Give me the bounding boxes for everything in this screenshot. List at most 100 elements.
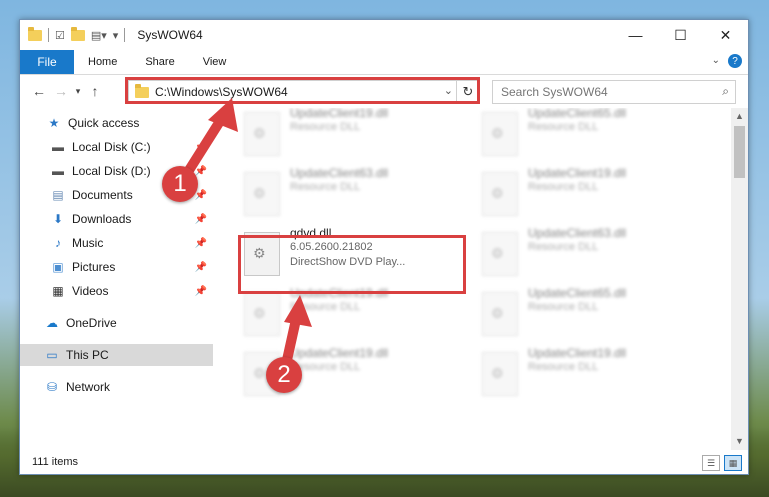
status-bar: 111 items ☰ ▦: [20, 450, 748, 474]
file-name: UpdateClient19.dll: [290, 286, 389, 300]
file-item[interactable]: UpdateClient63.dllResource DLL: [240, 166, 470, 220]
sidebar-item-label: Downloads: [72, 212, 132, 226]
disk-icon: ▬: [52, 140, 64, 154]
file-item[interactable]: UpdateClient19.dllResource DLL: [478, 166, 708, 220]
dll-file-icon: [482, 232, 518, 276]
file-item[interactable]: UpdateClient19.dllResource DLL: [478, 346, 708, 400]
file-name: UpdateClient63.dll: [290, 166, 389, 180]
large-icons-view-icon[interactable]: ▦: [724, 455, 742, 471]
sidebar-item-local-disk-c[interactable]: ▬ Local Disk (C:) 📌: [20, 136, 213, 158]
file-name: UpdateClient19.dll: [528, 346, 627, 360]
expand-ribbon-icon[interactable]: ⌄: [712, 55, 720, 66]
scroll-down-icon[interactable]: ▼: [731, 433, 748, 450]
chevron-down-icon[interactable]: ⌄: [444, 84, 453, 97]
file-name: UpdateClient19.dll: [290, 108, 389, 120]
network-icon: ⛁: [46, 380, 58, 394]
dll-file-icon: [482, 352, 518, 396]
dll-file-icon: [244, 112, 280, 156]
file-type: Resource DLL: [290, 301, 361, 313]
address-bar[interactable]: C:\Windows\SysWOW64 ⌄ ↻: [128, 80, 480, 104]
forward-icon[interactable]: →: [50, 83, 72, 99]
sidebar-item-label: This PC: [66, 348, 109, 362]
file-name: UpdateClient19.dll: [528, 166, 627, 180]
sidebar-item-quick-access[interactable]: ★ Quick access: [20, 112, 239, 134]
dll-file-icon: [482, 172, 518, 216]
new-folder-icon[interactable]: [70, 26, 85, 41]
tab-home[interactable]: Home: [74, 56, 131, 68]
recent-locations-icon[interactable]: ▾: [72, 86, 84, 97]
dll-file-icon: [244, 292, 280, 336]
sidebar-item-label: Network: [66, 380, 111, 394]
sidebar-item-pictures[interactable]: ▣ Pictures 📌: [20, 256, 213, 278]
scroll-up-icon[interactable]: ▲: [731, 108, 748, 125]
sidebar-item-downloads[interactable]: ⬇ Downloads 📌: [20, 208, 213, 230]
file-type: Resource DLL: [528, 361, 599, 373]
sidebar-item-label: Pictures: [72, 260, 116, 274]
folder-icon: [135, 83, 149, 98]
file-description: DirectShow DVD Play...: [290, 256, 406, 268]
search-icon[interactable]: ⌕: [722, 84, 729, 99]
sidebar-item-network[interactable]: ⛁ Network: [20, 376, 213, 398]
documents-icon: ▤: [52, 188, 64, 202]
file-item[interactable]: UpdateClient19.dllResource DLL: [240, 108, 470, 160]
toolbar-dropdown-icon[interactable]: ▾: [113, 29, 119, 42]
dll-file-icon: [482, 292, 518, 336]
step-1-badge: 1: [162, 166, 198, 202]
search-box[interactable]: ⌕: [492, 80, 736, 104]
file-item[interactable]: UpdateClient65.dllResource DLL: [478, 286, 708, 340]
disk-icon: ▬: [52, 164, 64, 178]
file-name: UpdateClient63.dll: [528, 226, 627, 240]
sidebar-item-this-pc[interactable]: ▭ This PC: [20, 344, 213, 366]
vertical-scrollbar[interactable]: ▲ ▼: [731, 108, 748, 450]
pictures-icon: ▣: [52, 260, 64, 274]
file-item[interactable]: UpdateClient19.dllResource DLL: [240, 286, 470, 340]
scrollbar-thumb[interactable]: [734, 126, 745, 178]
tab-view[interactable]: View: [189, 56, 241, 68]
file-item-qdvd[interactable]: qdvd.dll 6.05.2600.21802 DirectShow DVD …: [240, 226, 470, 280]
sidebar-item-videos[interactable]: ▦ Videos 📌: [20, 280, 213, 302]
help-icon[interactable]: ?: [728, 54, 742, 68]
item-count: 111 items: [32, 456, 79, 468]
file-name: qdvd.dll: [290, 226, 332, 240]
file-type: Resource DLL: [528, 241, 599, 253]
back-icon[interactable]: ←: [28, 83, 50, 99]
properties-icon[interactable]: ☑: [55, 29, 65, 42]
computer-icon: ▭: [46, 348, 58, 362]
maximize-button[interactable]: ☐: [658, 20, 703, 50]
sidebar-item-onedrive[interactable]: ☁ OneDrive: [20, 312, 213, 334]
window-title: SysWOW64: [137, 28, 203, 42]
sidebar-item-label: Quick access: [68, 116, 140, 130]
customize-toolbar-icon[interactable]: ▤▾: [91, 29, 107, 42]
file-type: Resource DLL: [528, 121, 599, 133]
divider: [124, 28, 126, 42]
divider: [48, 28, 49, 42]
folder-icon: [28, 26, 42, 41]
refresh-icon[interactable]: ↻: [456, 81, 479, 103]
pin-icon: 📌: [194, 141, 207, 153]
up-icon[interactable]: ↑: [84, 83, 106, 99]
cloud-icon: ☁: [46, 316, 58, 330]
title-bar: ☑ ▤▾ ▾ SysWOW64 — ☐ ✕: [20, 20, 748, 50]
file-item[interactable]: UpdateClient63.dllResource DLL: [478, 226, 708, 280]
pin-icon: 📌: [194, 285, 207, 297]
file-item[interactable]: UpdateClient65.dllResource DLL: [478, 108, 708, 160]
dll-file-icon: [244, 172, 280, 216]
file-name: UpdateClient65.dll: [528, 286, 627, 300]
pin-icon: 📌: [194, 261, 207, 273]
download-icon: ⬇: [52, 212, 64, 226]
file-version: 6.05.2600.21802: [290, 241, 373, 253]
tab-share[interactable]: Share: [131, 56, 188, 68]
navigation-bar: ← → ▾ ↑ C:\Windows\SysWOW64 ⌄ ↻ ⌕: [20, 75, 748, 107]
search-input[interactable]: [499, 84, 713, 100]
music-icon: ♪: [55, 236, 61, 250]
minimize-button[interactable]: —: [613, 20, 658, 50]
tab-file[interactable]: File: [20, 50, 74, 74]
videos-icon: ▦: [52, 284, 64, 298]
address-path[interactable]: C:\Windows\SysWOW64: [155, 85, 288, 99]
star-icon: ★: [48, 116, 60, 130]
close-button[interactable]: ✕: [703, 20, 748, 50]
pin-icon: 📌: [194, 165, 207, 177]
sidebar-item-music[interactable]: ♪ Music 📌: [20, 232, 213, 254]
details-view-icon[interactable]: ☰: [702, 455, 720, 471]
navigation-pane: ★ Quick access ▬ Local Disk (C:) 📌 ▬ Loc…: [20, 108, 213, 450]
